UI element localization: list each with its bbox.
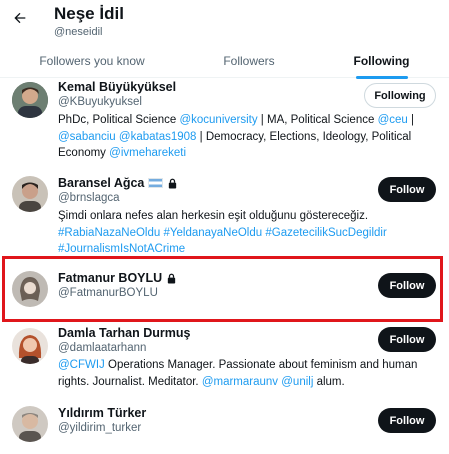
argentina-flag-icon [148,178,164,188]
follow-tabs: Followers you know Followers Following [0,44,449,79]
bio-text: | MA, Political Science [257,114,378,126]
bio-line: PhDc, Political Science @kocuniversity |… [58,112,438,129]
user-display-name[interactable]: Yıldırım Türker [58,406,146,420]
user-handle[interactable]: @damlaatarhann [58,342,146,354]
avatar[interactable] [12,328,48,364]
mention-link[interactable]: @kabatas1908 [119,131,197,143]
bio-text: PhDc, Political Science [58,114,180,126]
bio-text: rights. Journalist. Meditator. [58,375,202,388]
user-handle[interactable]: @KBuyukyuksel [58,96,142,108]
mention-link[interactable]: @unilj [281,376,313,388]
bio-text: | Democracy, Elections, Ideology, Politi… [196,130,412,143]
user-name-text: Baransel Ağca [58,176,145,190]
back-button[interactable] [10,8,30,28]
mention-link[interactable]: @kocuniversity [179,114,257,126]
bio-text: Operations Manager. Passionate about fem… [104,359,418,371]
follow-button[interactable]: Follow [378,408,436,433]
user-display-name[interactable]: Baransel Ağca [58,176,178,190]
bio-line: Şimdi onlara nefes alan herkesin eşit ol… [58,210,369,222]
avatar[interactable] [12,82,48,118]
profile-handle: @neseidil [54,26,103,38]
avatar[interactable] [12,406,48,442]
user-cell-baransel[interactable]: Baransel Ağca @brnslagca Follow Şimdi on… [0,172,449,256]
user-cell-kemal[interactable]: Kemal Büyükyüksel @KBuyukyuksel Followin… [0,78,449,166]
bio-line: @CFWIJ Operations Manager. Passionate ab… [58,357,438,374]
following-button[interactable]: Following [364,83,436,108]
user-bio: Şimdi onlara nefes alan herkesin eşit ol… [58,208,438,258]
bio-line: Economy @ivmehareketi [58,145,438,162]
follow-button[interactable]: Follow [378,327,436,352]
follow-button[interactable]: Follow [378,177,436,202]
tab-followers-you-know[interactable]: Followers you know [0,44,184,78]
user-handle[interactable]: @brnslagca [58,192,120,204]
bio-text: | [407,114,414,126]
bio-line: rights. Journalist. Meditator. @marmarau… [58,374,438,391]
mention-link[interactable]: @CFWIJ [58,359,105,371]
arrow-left-icon [14,12,26,24]
tab-label: Following [353,54,410,68]
avatar[interactable] [12,176,48,212]
mention-link[interactable]: @ceu [378,114,408,126]
tab-following[interactable]: Following [314,44,449,79]
user-cell-damla[interactable]: Damla Tarhan Durmuş @damlaatarhann Follo… [0,324,449,394]
bio-line: @sabanciu @kabatas1908 | Democracy, Elec… [58,129,438,146]
user-bio: PhDc, Political Science @kocuniversity |… [58,112,438,162]
mention-link[interactable]: @ivmehareketi [109,147,186,159]
bio-text: alum. [313,375,345,388]
tab-followers[interactable]: Followers [184,44,314,78]
lock-icon [169,178,177,189]
profile-header: Neşe İdil @neseidil [0,0,449,44]
highlight-box [2,256,443,322]
hashtag-links[interactable]: #RabiaNazaNeOldu #YeldanayaNeOldu #Gazet… [58,225,438,242]
tab-label: Followers you know [39,54,145,68]
user-display-name[interactable]: Kemal Büyükyüksel [58,80,176,94]
bio-text: Economy [58,147,110,159]
profile-name: Neşe İdil [54,4,124,23]
user-handle[interactable]: @yildirim_turker [58,422,141,434]
user-display-name[interactable]: Damla Tarhan Durmuş [58,326,190,340]
user-bio: @CFWIJ Operations Manager. Passionate ab… [58,357,438,390]
user-cell-yildirim[interactable]: Yıldırım Türker @yildirim_turker Follow [0,404,449,454]
mention-link[interactable]: @marmaraunv [202,376,278,388]
mention-link[interactable]: @sabanciu [58,131,116,143]
tab-label: Followers [223,54,275,68]
